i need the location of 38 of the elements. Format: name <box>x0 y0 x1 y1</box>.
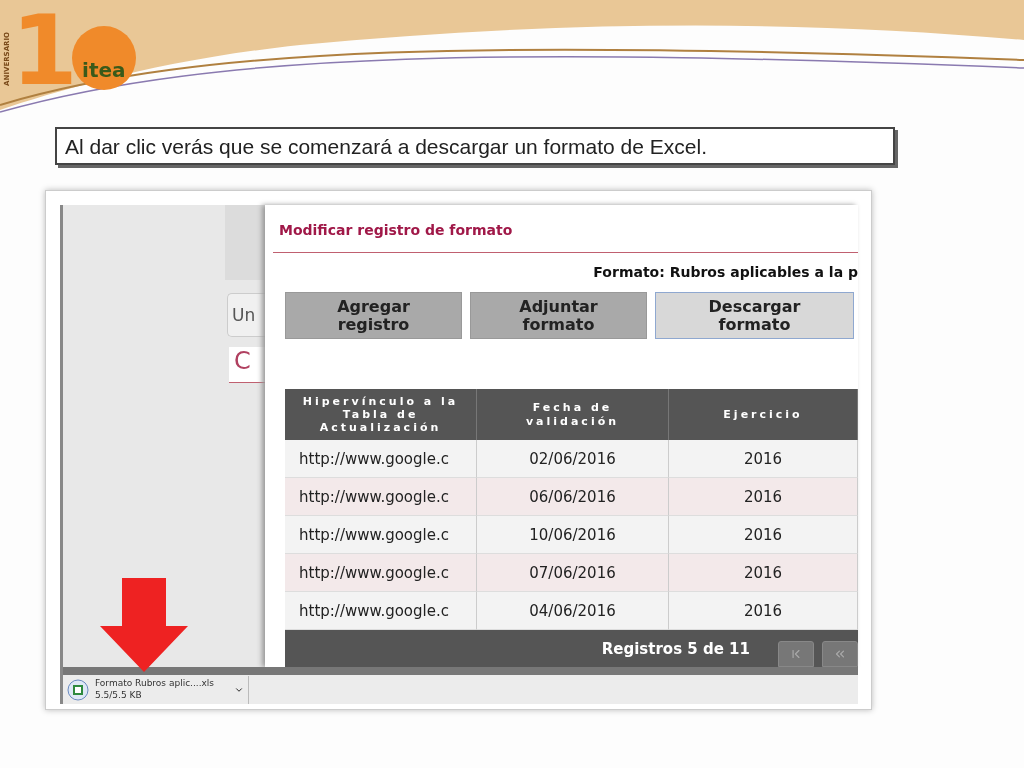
table-cell: 2016 <box>669 554 858 592</box>
caption: Al dar clic verás que se comenzará a descargar un formato de Excel. <box>55 127 895 165</box>
background-tab[interactable]: Un <box>227 293 265 337</box>
column-header: Ejercicio <box>669 389 858 440</box>
table-cell: http://www.google.c <box>285 592 477 630</box>
modal-title: Modificar registro de formato <box>279 220 514 240</box>
table-cell: http://www.google.c <box>285 554 477 592</box>
column-header: Fecha de validación <box>477 389 669 440</box>
table-cell: http://www.google.c <box>285 516 477 554</box>
first-page-icon <box>789 647 803 661</box>
logo-brand: itea <box>82 60 126 80</box>
download-item[interactable]: Formato Rubros aplic....xls 5.5/5.5 KB <box>63 675 250 704</box>
table-cell: 10/06/2016 <box>477 516 669 554</box>
column-header: Hipervínculo a la Tabla de Actualización <box>285 389 477 440</box>
table-cell: 2016 <box>669 478 858 516</box>
table-cell: 02/06/2016 <box>477 440 669 478</box>
table-cell: 2016 <box>669 592 858 630</box>
double-chevron-left-icon <box>833 647 847 661</box>
action-button[interactable]: Adjuntar formato <box>470 292 647 339</box>
first-page-button[interactable] <box>778 641 814 667</box>
action-button[interactable]: Agregar registro <box>285 292 462 339</box>
spreadsheet-file-icon <box>67 678 89 701</box>
logo-number: 1 <box>11 7 72 94</box>
action-button[interactable]: Descargar formato <box>655 292 854 339</box>
table-cell: 07/06/2016 <box>477 554 669 592</box>
background-heading: C <box>229 347 265 383</box>
table-cell: http://www.google.c <box>285 440 477 478</box>
table-cell: 2016 <box>669 440 858 478</box>
download-filename: Formato Rubros aplic....xls <box>95 677 215 690</box>
records-count: Registros 5 de 11 <box>601 639 750 658</box>
down-arrow-icon <box>100 578 188 672</box>
previous-page-button[interactable] <box>822 641 858 667</box>
table-cell: 04/06/2016 <box>477 592 669 630</box>
download-size: 5.5/5.5 KB <box>95 689 143 702</box>
table-cell: 06/06/2016 <box>477 478 669 516</box>
table-cell: 2016 <box>669 516 858 554</box>
format-label: Formato: Rubros aplicables a la p <box>593 264 858 280</box>
table-cell: http://www.google.c <box>285 478 477 516</box>
